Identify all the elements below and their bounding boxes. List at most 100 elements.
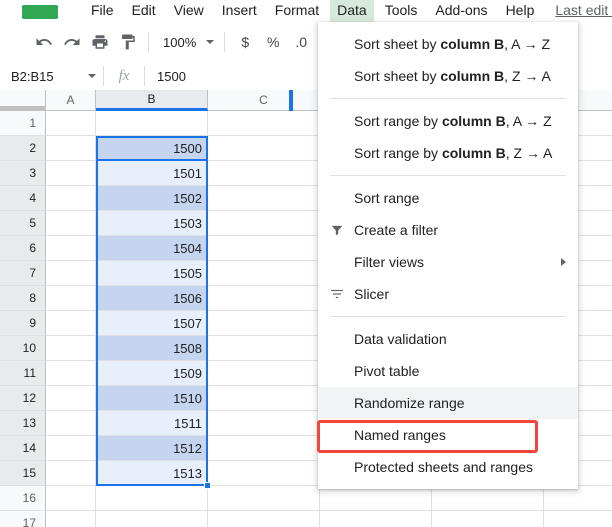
row-header-16[interactable]: 16: [0, 486, 46, 511]
cell[interactable]: [96, 486, 208, 511]
cell[interactable]: [46, 136, 96, 161]
menu-item-sort-range-by-column-b-z-a[interactable]: Sort range by column B, Z → A: [318, 137, 578, 169]
row-header-14[interactable]: 14: [0, 436, 46, 461]
menu-data[interactable]: Data: [330, 0, 374, 22]
row-header-2[interactable]: 2: [0, 136, 46, 161]
menu-item-slicer[interactable]: Slicer: [318, 278, 578, 310]
row-header-6[interactable]: 6: [0, 236, 46, 261]
row-header-7[interactable]: 7: [0, 261, 46, 286]
cell[interactable]: 1509: [96, 361, 208, 386]
menu-tools[interactable]: Tools: [378, 0, 425, 22]
cell[interactable]: [208, 286, 320, 311]
row-header-1[interactable]: 1: [0, 111, 46, 136]
cell[interactable]: [208, 161, 320, 186]
menu-item-sort-sheet-by-column-b-z-a[interactable]: Sort sheet by column B, Z → A: [318, 60, 578, 92]
name-box[interactable]: B2:B15: [0, 63, 103, 90]
column-header-B[interactable]: B: [96, 90, 208, 111]
cell[interactable]: 1505: [96, 261, 208, 286]
menu-item-protected-sheets-and-ranges[interactable]: Protected sheets and ranges: [318, 451, 578, 483]
cell[interactable]: [320, 486, 432, 511]
cell[interactable]: [432, 511, 544, 527]
column-header-C[interactable]: C: [208, 90, 320, 111]
cell[interactable]: 1512: [96, 436, 208, 461]
cell[interactable]: [208, 361, 320, 386]
cell[interactable]: [46, 386, 96, 411]
cell[interactable]: [208, 461, 320, 486]
cell[interactable]: [46, 511, 96, 527]
select-all-corner[interactable]: [0, 90, 46, 111]
cell[interactable]: 1511: [96, 411, 208, 436]
cell[interactable]: [46, 286, 96, 311]
cell[interactable]: [208, 236, 320, 261]
undo-button[interactable]: [30, 28, 58, 56]
column-header-A[interactable]: A: [46, 90, 96, 111]
print-button[interactable]: [86, 28, 114, 56]
zoom-control[interactable]: 100%: [155, 29, 218, 55]
cell[interactable]: [46, 361, 96, 386]
cell[interactable]: [544, 486, 612, 511]
cell[interactable]: [208, 211, 320, 236]
cell[interactable]: [46, 211, 96, 236]
cell[interactable]: 1510: [96, 386, 208, 411]
row-header-17[interactable]: 17: [0, 511, 46, 527]
cell[interactable]: 1504: [96, 236, 208, 261]
cell[interactable]: [208, 411, 320, 436]
menu-insert[interactable]: Insert: [215, 0, 264, 22]
menu-view[interactable]: View: [167, 0, 211, 22]
decrease-decimal-button[interactable]: .0: [287, 34, 315, 50]
cell[interactable]: [208, 486, 320, 511]
cell[interactable]: [208, 386, 320, 411]
cell[interactable]: [208, 136, 320, 161]
format-percent-button[interactable]: %: [259, 34, 287, 50]
menu-edit[interactable]: Edit: [125, 0, 163, 22]
cell[interactable]: [208, 261, 320, 286]
menu-item-filter-views[interactable]: Filter views: [318, 246, 578, 278]
cell[interactable]: [46, 161, 96, 186]
cell[interactable]: 1507: [96, 311, 208, 336]
cell[interactable]: [208, 336, 320, 361]
cell[interactable]: [46, 461, 96, 486]
fill-handle[interactable]: [204, 482, 211, 489]
cell[interactable]: [46, 486, 96, 511]
row-header-4[interactable]: 4: [0, 186, 46, 211]
menu-file[interactable]: File: [84, 0, 121, 22]
cell[interactable]: [96, 111, 208, 136]
menu-help[interactable]: Help: [499, 0, 542, 22]
menu-item-create-a-filter[interactable]: Create a filter: [318, 214, 578, 246]
row-header-8[interactable]: 8: [0, 286, 46, 311]
row-header-5[interactable]: 5: [0, 211, 46, 236]
cell[interactable]: 1501: [96, 161, 208, 186]
cell[interactable]: [46, 111, 96, 136]
row-header-13[interactable]: 13: [0, 411, 46, 436]
cell[interactable]: 1506: [96, 286, 208, 311]
cell[interactable]: 1513: [96, 461, 208, 486]
row-header-10[interactable]: 10: [0, 336, 46, 361]
menu-format[interactable]: Format: [268, 0, 326, 22]
format-currency-button[interactable]: $: [231, 34, 259, 50]
paint-format-button[interactable]: [114, 28, 142, 56]
last-edit-status[interactable]: Last edit w: [555, 2, 612, 22]
cell[interactable]: 1500: [96, 136, 208, 161]
cell[interactable]: [208, 111, 320, 136]
row-header-11[interactable]: 11: [0, 361, 46, 386]
chevron-down-icon[interactable]: [88, 74, 96, 78]
cell[interactable]: 1502: [96, 186, 208, 211]
cell[interactable]: [208, 186, 320, 211]
cell[interactable]: [46, 436, 96, 461]
cell[interactable]: [208, 311, 320, 336]
row-header-9[interactable]: 9: [0, 311, 46, 336]
cell[interactable]: [208, 511, 320, 527]
menu-item-sort-sheet-by-column-b-a-z[interactable]: Sort sheet by column B, A → Z: [318, 28, 578, 60]
menu-item-data-validation[interactable]: Data validation: [318, 323, 578, 355]
cell[interactable]: [432, 486, 544, 511]
row-header-12[interactable]: 12: [0, 386, 46, 411]
menu-item-randomize-range[interactable]: Randomize range: [318, 387, 578, 419]
menu-item-named-ranges[interactable]: Named ranges: [318, 419, 578, 451]
cell[interactable]: [46, 336, 96, 361]
cell[interactable]: [320, 511, 432, 527]
cell[interactable]: [46, 186, 96, 211]
cell[interactable]: [544, 511, 612, 527]
row-header-15[interactable]: 15: [0, 461, 46, 486]
cell[interactable]: [46, 311, 96, 336]
menu-item-pivot-table[interactable]: Pivot table: [318, 355, 578, 387]
